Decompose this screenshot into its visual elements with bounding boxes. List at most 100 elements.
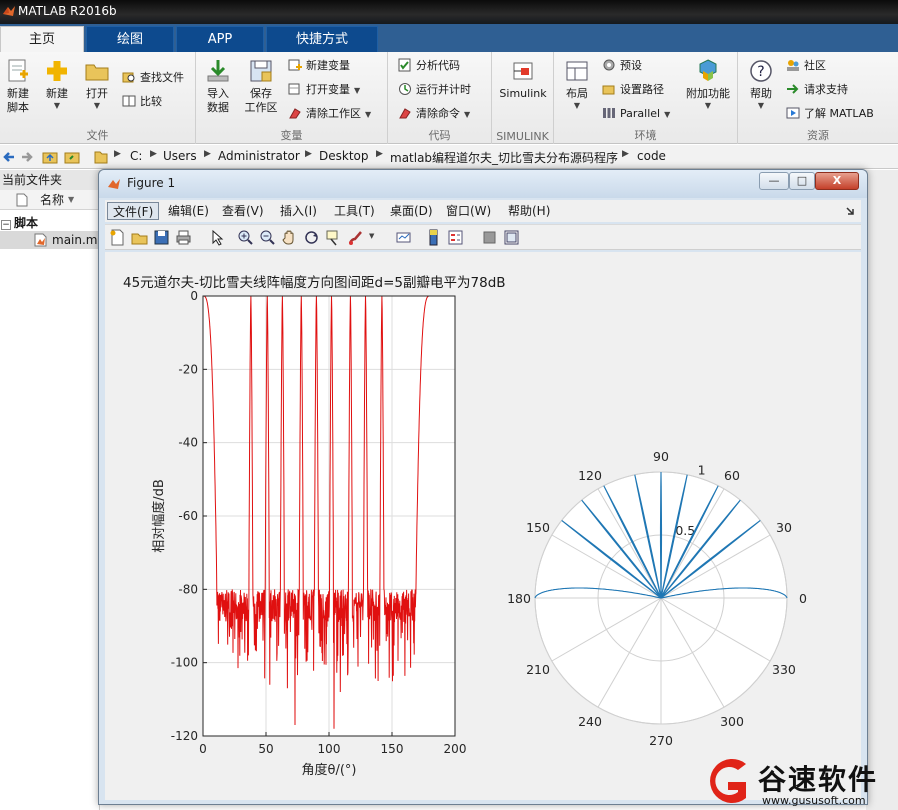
- addons-button[interactable]: 附加功能 ▼: [682, 58, 734, 111]
- save-workspace-button[interactable]: 保存 工作区: [242, 58, 280, 115]
- layout-button[interactable]: 布局 ▼: [560, 58, 594, 111]
- clear-workspace-button[interactable]: 清除工作区 ▼: [288, 104, 371, 124]
- menu-desktop[interactable]: 桌面(D): [385, 202, 438, 220]
- file-icon: [16, 193, 28, 207]
- tab-shortcuts[interactable]: 快捷方式: [266, 26, 378, 52]
- breadcrumb-project-folder[interactable]: matlab编程道尔夫_切比雪夫分布源码程序: [390, 149, 618, 166]
- pointer-icon[interactable]: [209, 229, 226, 246]
- open-variable-label: 打开变量: [306, 83, 350, 96]
- menu-window[interactable]: 窗口(W): [441, 202, 496, 220]
- chevron-down-icon[interactable]: ▼: [365, 110, 371, 119]
- column-header[interactable]: 名称 ▼: [0, 190, 100, 210]
- zoom-in-icon[interactable]: [237, 229, 254, 246]
- compare-button[interactable]: 比较: [122, 92, 162, 112]
- new-variable-icon: [288, 59, 302, 71]
- simulink-icon: [513, 62, 533, 80]
- help-button[interactable]: ? 帮助 ▼: [744, 58, 778, 111]
- chevron-down-icon[interactable]: ▼: [354, 86, 360, 95]
- menu-view[interactable]: 查看(V): [217, 202, 269, 220]
- open-file-icon[interactable]: [131, 229, 148, 246]
- new-figure-icon[interactable]: [109, 229, 126, 246]
- chevron-down-icon[interactable]: ▼: [369, 232, 374, 240]
- hide-plot-tools-icon[interactable]: [481, 229, 498, 246]
- save-workspace-icon: [250, 60, 272, 82]
- breadcrumb-separator: ▶: [150, 149, 157, 159]
- figure-title: Figure 1: [127, 176, 176, 190]
- group-resources: ? 帮助 ▼ 社区 请求支持 了解 MATLAB 资源: [738, 52, 898, 144]
- parallel-button[interactable]: Parallel ▼: [602, 104, 670, 124]
- zoom-out-icon[interactable]: [259, 229, 276, 246]
- up-folder-icon[interactable]: [42, 149, 58, 165]
- link-plot-icon[interactable]: [395, 229, 412, 246]
- open-button[interactable]: 打开 ▼: [80, 58, 114, 111]
- request-support-button[interactable]: 请求支持: [786, 80, 848, 100]
- new-variable-button[interactable]: 新建变量: [288, 56, 350, 76]
- rotate-3d-icon[interactable]: [303, 229, 320, 246]
- minimize-button[interactable]: —: [759, 172, 789, 190]
- preferences-button[interactable]: 预设: [602, 56, 642, 76]
- menu-insert[interactable]: 插入(I): [275, 202, 322, 220]
- community-button[interactable]: 社区: [786, 56, 826, 76]
- forward-arrow-icon[interactable]: [20, 150, 34, 164]
- menu-edit[interactable]: 编辑(E): [163, 202, 214, 220]
- menu-help[interactable]: 帮助(H): [503, 202, 555, 220]
- breadcrumb-administrator[interactable]: Administrator: [218, 149, 300, 163]
- run-and-time-button[interactable]: 运行并计时: [398, 80, 471, 100]
- maximize-button[interactable]: □: [789, 172, 815, 190]
- find-files-button[interactable]: 查找文件: [122, 68, 184, 88]
- group-environment-label: 环境: [634, 129, 657, 142]
- breadcrumb-users[interactable]: Users: [163, 149, 197, 163]
- folder-open-icon: [85, 64, 109, 81]
- file-name: main.m: [52, 233, 98, 247]
- open-label: 打开: [86, 87, 108, 100]
- help-icon: ?: [750, 60, 772, 82]
- breadcrumb-desktop[interactable]: Desktop: [319, 149, 369, 163]
- clear-commands-button[interactable]: 清除命令 ▼: [398, 104, 470, 124]
- folder-node[interactable]: − 脚本: [0, 214, 38, 231]
- simulink-button[interactable]: Simulink: [498, 58, 548, 101]
- pan-hand-icon[interactable]: [281, 229, 298, 246]
- collapse-icon[interactable]: −: [1, 220, 11, 230]
- analyze-code-icon: [398, 58, 411, 72]
- menu-tools[interactable]: 工具(T): [329, 202, 380, 220]
- browse-folder-icon[interactable]: [64, 149, 80, 165]
- y-tick-label: -40: [178, 436, 198, 450]
- chevron-down-icon[interactable]: ▼: [664, 110, 670, 119]
- tab-plots[interactable]: 绘图: [86, 26, 174, 52]
- open-variable-button[interactable]: 打开变量 ▼: [288, 80, 360, 100]
- analyze-code-button[interactable]: 分析代码: [398, 56, 460, 76]
- dock-arrow-icon[interactable]: [845, 206, 855, 216]
- learn-matlab-button[interactable]: 了解 MATLAB: [786, 104, 874, 124]
- watermark: 谷速软件 www.gususoft.com: [700, 752, 898, 810]
- breadcrumb-drive[interactable]: C:: [130, 149, 142, 163]
- x-tick-label: 200: [444, 742, 467, 756]
- close-button[interactable]: X: [815, 172, 859, 190]
- y-axis-label: 相对幅度/dB: [151, 479, 167, 553]
- back-arrow-icon[interactable]: [2, 150, 16, 164]
- new-script-button[interactable]: 新建 脚本: [2, 58, 34, 115]
- brush-icon[interactable]: [347, 229, 364, 246]
- figure-title-bar[interactable]: Figure 1 — □ X: [99, 170, 867, 198]
- polar-angle-label: 180: [507, 591, 531, 606]
- file-item-main[interactable]: main.m: [0, 231, 100, 249]
- menu-file[interactable]: 文件(F): [107, 202, 160, 220]
- legend-icon[interactable]: [447, 229, 464, 246]
- colorbar-icon[interactable]: [425, 229, 442, 246]
- watermark-url: www.gususoft.com: [762, 794, 866, 807]
- save-icon[interactable]: [153, 229, 170, 246]
- open-variable-icon: [288, 83, 300, 95]
- tab-home[interactable]: 主页: [0, 26, 84, 52]
- import-data-button[interactable]: 导入 数据: [202, 58, 234, 115]
- minimize-icon: —: [768, 174, 780, 187]
- show-plot-tools-icon[interactable]: [503, 229, 520, 246]
- simulink-label: Simulink: [499, 87, 547, 100]
- chevron-down-icon[interactable]: ▼: [464, 110, 470, 119]
- print-icon[interactable]: [175, 229, 192, 246]
- new-button[interactable]: 新建 ▼: [40, 58, 74, 111]
- breadcrumb-code[interactable]: code: [637, 149, 666, 163]
- tab-apps[interactable]: APP: [176, 26, 264, 52]
- app-title: MATLAB R2016b: [18, 4, 117, 18]
- chevron-down-icon: ▼: [573, 101, 581, 110]
- data-cursor-icon[interactable]: [325, 229, 342, 246]
- set-path-button[interactable]: 设置路径: [602, 80, 664, 100]
